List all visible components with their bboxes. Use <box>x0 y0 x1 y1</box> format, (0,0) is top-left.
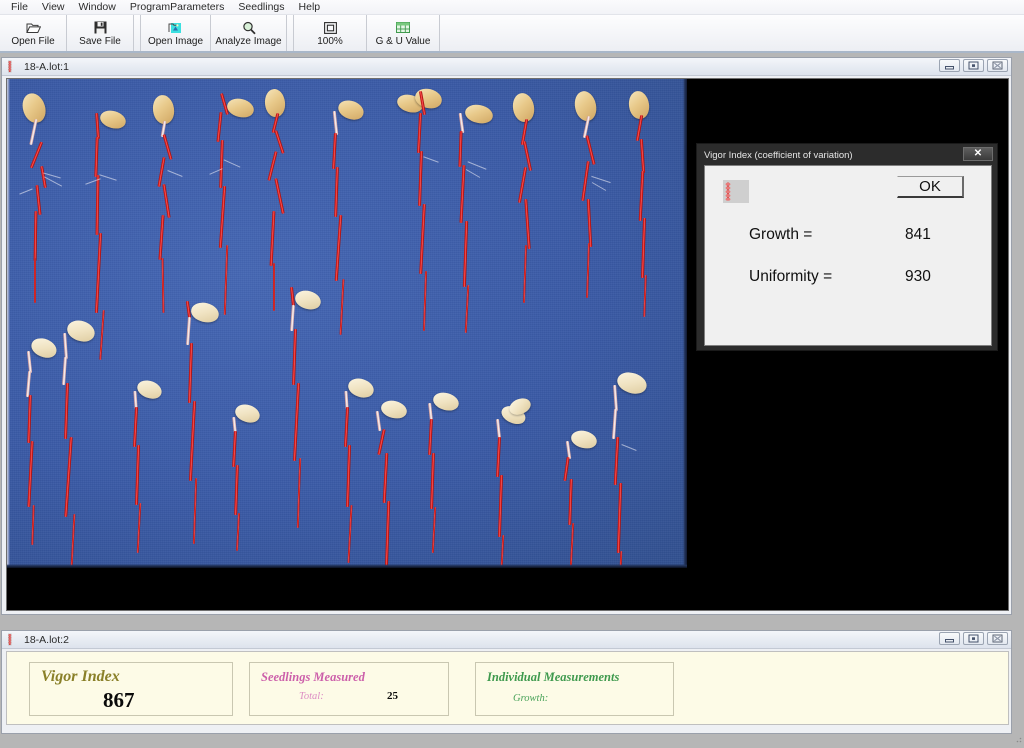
results-document-window: 18-A.lot:2 Vigor Index 867 Seedlings Mea… <box>1 630 1012 734</box>
open-image-button[interactable]: Open Image <box>141 15 211 52</box>
seedling-thumbnail-icon <box>723 180 749 203</box>
menu-seedlings[interactable]: Seedlings <box>231 0 291 15</box>
ok-button[interactable]: OK <box>897 176 964 198</box>
maximize-button[interactable] <box>963 632 984 645</box>
minimize-button[interactable] <box>939 59 960 72</box>
close-button[interactable] <box>987 632 1008 645</box>
zoom-actual-size-icon <box>323 20 337 35</box>
photo-edge-right <box>683 79 687 568</box>
minimize-button[interactable] <box>939 632 960 645</box>
menu-view[interactable]: View <box>35 0 72 15</box>
zoom-100-button[interactable]: 100% <box>294 15 367 52</box>
dialog-body: OK Growth = 841 Uniformity = 930 <box>704 165 992 346</box>
image-window-controls <box>939 59 1008 72</box>
open-file-button[interactable]: Open File <box>0 15 67 52</box>
floppy-disk-icon <box>94 20 107 35</box>
seedlings-total-value: 25 <box>387 690 398 702</box>
vigor-index-panel: Vigor Index 867 <box>29 662 233 716</box>
menu-bar: File View Window ProgramParameters Seedl… <box>0 0 1024 15</box>
growth-value: 841 <box>905 226 931 243</box>
toolbar-separator-2 <box>287 15 294 52</box>
ok-button-label: OK <box>919 178 941 195</box>
vigor-index-heading: Vigor Index <box>41 668 120 685</box>
results-window-titlebar[interactable]: 18-A.lot:2 <box>2 631 1011 649</box>
uniformity-label: Uniformity = <box>749 268 833 285</box>
open-file-label: Open File <box>11 36 55 47</box>
save-file-label: Save File <box>79 36 121 47</box>
results-window-controls <box>939 632 1008 645</box>
seedling-document-icon <box>6 633 20 647</box>
save-file-button[interactable]: Save File <box>67 15 134 52</box>
results-canvas[interactable]: Vigor Index 867 Seedlings Measured Total… <box>6 651 1009 725</box>
dialog-titlebar[interactable]: Vigor Index (coefficient of variation) ✕ <box>700 147 994 163</box>
maximize-button[interactable] <box>963 59 984 72</box>
analyze-image-button[interactable]: Analyze Image <box>211 15 287 52</box>
vigor-index-dialog: Vigor Index (coefficient of variation) ✕… <box>696 143 998 351</box>
seedlings-measured-panel: Seedlings Measured Total: 25 <box>249 662 449 716</box>
individual-measurements-panel: Individual Measurements Growth: <box>475 662 674 716</box>
seedling-document-icon <box>6 60 20 74</box>
toolbar-separator-1 <box>134 15 141 52</box>
close-icon <box>992 630 1003 648</box>
image-window-titlebar[interactable]: 18-A.lot:1 <box>2 58 1011 76</box>
seedlings-total-label: Total: <box>299 691 324 702</box>
image-window-title: 18-A.lot:1 <box>24 60 69 73</box>
menu-window[interactable]: Window <box>72 0 123 15</box>
magnifier-icon <box>242 20 256 35</box>
toolbar-empty-area <box>439 15 1024 52</box>
growth-label: Growth = <box>749 226 813 243</box>
menu-file[interactable]: File <box>4 0 35 15</box>
close-icon <box>992 57 1003 75</box>
grid-table-icon <box>396 20 410 35</box>
seedling-photograph[interactable] <box>7 79 687 568</box>
gu-value-label: G & U Value <box>375 36 431 47</box>
open-folder-icon <box>25 20 41 35</box>
individual-growth-label: Growth: <box>513 693 549 704</box>
photo-edge-bottom <box>7 564 687 568</box>
toolbar: Open File Save File Open Image Analyze I… <box>0 15 1024 53</box>
minimize-icon <box>944 630 955 648</box>
dialog-close-button[interactable]: ✕ <box>963 147 993 161</box>
zoom-100-label: 100% <box>317 36 343 47</box>
seedlings-measured-heading: Seedlings Measured <box>261 670 365 684</box>
vigor-index-value: 867 <box>103 688 135 712</box>
results-window-title: 18-A.lot:2 <box>24 633 69 646</box>
resize-grip[interactable] <box>1012 730 1022 743</box>
open-image-icon <box>168 20 183 35</box>
dialog-title: Vigor Index (coefficient of variation) <box>704 149 853 161</box>
open-image-label: Open Image <box>147 36 204 47</box>
restore-icon <box>968 57 979 75</box>
photo-edge-left <box>7 79 10 568</box>
close-button[interactable] <box>987 59 1008 72</box>
menu-help[interactable]: Help <box>292 0 328 15</box>
menu-programparameters[interactable]: ProgramParameters <box>123 0 232 15</box>
close-icon: ✕ <box>973 148 983 159</box>
status-bar <box>0 734 1024 743</box>
individual-measurements-heading: Individual Measurements <box>487 670 620 684</box>
image-document-window: 18-A.lot:1 Vigor Index (coefficient of v… <box>1 57 1012 615</box>
toolbar-bottom-rule <box>0 51 1024 53</box>
restore-icon <box>968 630 979 648</box>
gu-value-button[interactable]: G & U Value <box>367 15 440 52</box>
minimize-icon <box>944 57 955 75</box>
uniformity-value: 930 <box>905 268 931 285</box>
analyze-image-label: Analyze Image <box>215 36 282 47</box>
